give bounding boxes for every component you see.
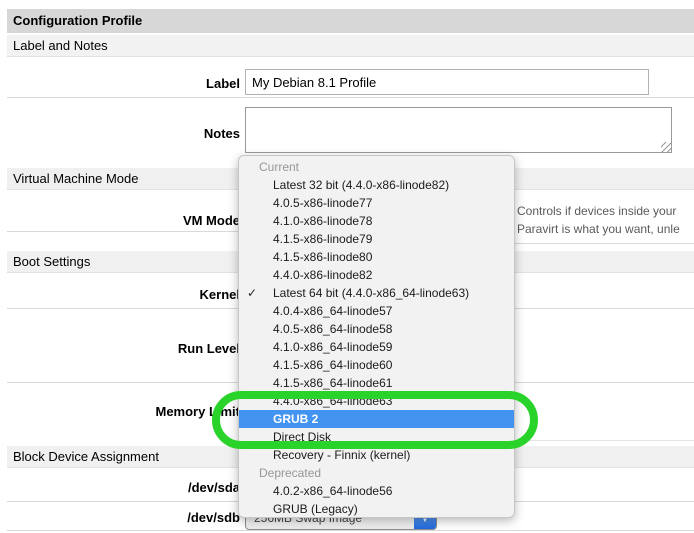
kernel-dropdown-menu: Current Latest 32 bit (4.4.0-x86-linode82… <box>238 155 515 518</box>
kernel-option-label: Current <box>259 160 299 174</box>
configuration-profile-page: Configuration Profile Label and Notes La… <box>0 0 694 533</box>
section-header-label-and-notes: Label and Notes <box>7 35 694 57</box>
kernel-option[interactable]: 4.1.0-x86-linode78 <box>239 212 514 230</box>
kernel-option-label: Latest 64 bit (4.4.0-x86_64-linode63) <box>273 286 469 300</box>
kernel-option-label: 4.0.5-x86-linode77 <box>273 196 372 210</box>
dev-sdb-label: /dev/sdb <box>0 510 240 525</box>
vm-mode-help-text: Controls if devices inside your Paravirt… <box>517 202 694 238</box>
kernel-option[interactable]: Latest 32 bit (4.4.0-x86-linode82) <box>239 176 514 194</box>
kernel-group-header: Deprecated <box>239 464 514 482</box>
kernel-option[interactable]: 4.0.5-x86_64-linode58 <box>239 320 514 338</box>
row-divider <box>7 530 694 531</box>
dev-sda-label: /dev/sda <box>0 480 240 495</box>
vm-mode-help-line1: Controls if devices inside your <box>517 202 694 220</box>
kernel-label: Kernel <box>0 287 240 302</box>
notes-field-label: Notes <box>0 126 240 141</box>
kernel-option-label: 4.0.5-x86_64-linode58 <box>273 322 392 336</box>
resize-grip-icon[interactable] <box>661 142 671 152</box>
kernel-option-label: Deprecated <box>259 466 321 480</box>
memory-limit-label: Memory Limit <box>0 404 240 419</box>
kernel-option[interactable]: GRUB (Legacy) <box>239 500 514 518</box>
label-input[interactable] <box>245 69 649 95</box>
vm-mode-help-line2: Paravirt is what you want, unle <box>517 220 694 238</box>
kernel-option[interactable]: Recovery - Finnix (kernel) <box>239 446 514 464</box>
kernel-option[interactable]: 4.1.5-x86_64-linode60 <box>239 356 514 374</box>
kernel-option-label: 4.1.5-x86-linode80 <box>273 250 372 264</box>
kernel-option[interactable]: 4.1.0-x86_64-linode59 <box>239 338 514 356</box>
kernel-option-label: GRUB (Legacy) <box>273 502 358 516</box>
kernel-option-label: 4.1.0-x86-linode78 <box>273 214 372 228</box>
kernel-option[interactable]: 4.4.0-x86_64-linode63 <box>239 392 514 410</box>
row-divider <box>515 243 694 244</box>
kernel-option-label: 4.1.0-x86_64-linode59 <box>273 340 392 354</box>
run-level-label: Run Level <box>0 341 240 356</box>
notes-textarea[interactable] <box>245 107 672 153</box>
kernel-option-label: 4.1.5-x86_64-linode60 <box>273 358 392 372</box>
kernel-option[interactable]: ✓ Latest 64 bit (4.4.0-x86_64-linode63) <box>239 284 514 302</box>
kernel-option-label: Latest 32 bit (4.4.0-x86-linode82) <box>273 178 449 192</box>
kernel-option-label: 4.0.4-x86_64-linode57 <box>273 304 392 318</box>
row-divider <box>7 231 238 232</box>
kernel-option-label: 4.4.0-x86_64-linode63 <box>273 394 392 408</box>
kernel-option-label: 4.1.5-x86-linode79 <box>273 232 372 246</box>
page-title: Configuration Profile <box>7 9 694 33</box>
kernel-option[interactable]: 4.4.0-x86-linode82 <box>239 266 514 284</box>
kernel-option-label: GRUB 2 <box>273 412 318 426</box>
kernel-option[interactable]: Direct Disk <box>239 428 514 446</box>
kernel-option[interactable]: 4.0.4-x86_64-linode57 <box>239 302 514 320</box>
kernel-option[interactable]: 4.1.5-x86_64-linode61 <box>239 374 514 392</box>
label-field-label: Label <box>0 76 240 91</box>
row-divider <box>7 97 694 98</box>
kernel-option-label: 4.4.0-x86-linode82 <box>273 268 372 282</box>
kernel-option[interactable]: 4.0.5-x86-linode77 <box>239 194 514 212</box>
kernel-group-header: Current <box>239 158 514 176</box>
vm-mode-label: VM Mode <box>0 213 240 228</box>
kernel-option[interactable]: GRUB 2 <box>239 410 514 428</box>
kernel-option-label: 4.1.5-x86_64-linode61 <box>273 376 392 390</box>
kernel-option[interactable]: 4.1.5-x86-linode79 <box>239 230 514 248</box>
kernel-option[interactable]: 4.0.2-x86_64-linode56 <box>239 482 514 500</box>
kernel-option-label: Direct Disk <box>273 430 331 444</box>
kernel-option-label: Recovery - Finnix (kernel) <box>273 448 410 462</box>
kernel-option[interactable]: 4.1.5-x86-linode80 <box>239 248 514 266</box>
row-divider <box>515 440 694 441</box>
checkmark-icon: ✓ <box>247 284 257 302</box>
kernel-option-label: 4.0.2-x86_64-linode56 <box>273 484 392 498</box>
